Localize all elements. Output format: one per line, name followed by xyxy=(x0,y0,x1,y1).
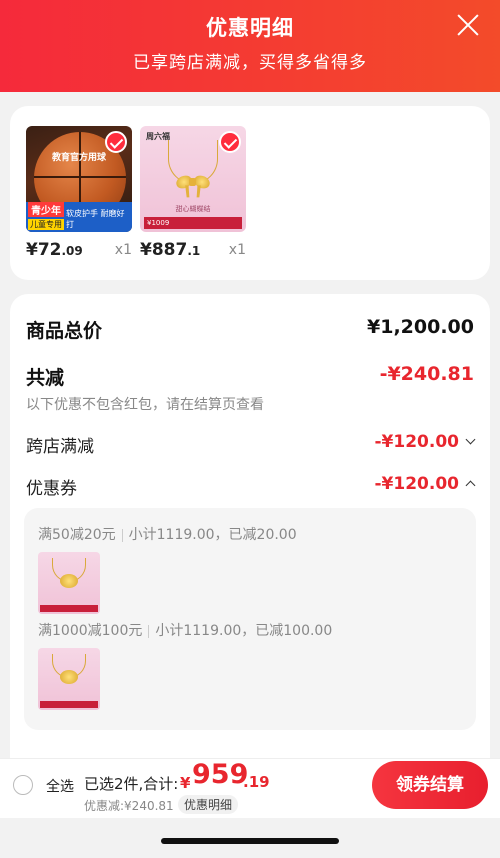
coupon-detail: 小计1119.00，已减100.00 xyxy=(155,623,333,639)
product-image-price-bar: ¥1009 xyxy=(144,217,242,229)
coupon-rule: 满50减20元 xyxy=(38,527,116,543)
cross-store-row[interactable]: 跨店满减 -¥120.00 xyxy=(26,432,476,457)
summary-card: 商品总价 ¥1,200.00 共减 -¥240.81 以下优惠不包含红包，请在结… xyxy=(10,294,490,764)
coupon-rule: 满1000减100元 xyxy=(38,623,143,639)
total-label: 商品总价 xyxy=(26,320,103,342)
discount-summary: 优惠减:¥240.81 xyxy=(84,799,174,813)
chevron-down-icon xyxy=(465,434,476,445)
product-qty: x1 xyxy=(114,242,132,258)
discount-detail-link[interactable]: 优惠明细 xyxy=(178,795,239,814)
coupon-label: 优惠券 xyxy=(26,479,77,499)
product-tag: 软皮护手 耐磨好打 xyxy=(66,209,125,229)
page-title: 优惠明细 xyxy=(206,16,294,40)
selected-count: 已选2件,合计: xyxy=(84,775,179,793)
total-currency: ¥ xyxy=(180,774,191,792)
coupon-rule-line: 满50减20元 小计1119.00，已减20.00 xyxy=(38,524,297,544)
product-item[interactable]: 周六福 甜心蝴蝶结 ¥1009 ¥887.1 x1 xyxy=(140,126,246,260)
cross-store-label: 跨店满减 xyxy=(26,437,94,457)
brand-logo: 周六福 xyxy=(146,132,170,141)
select-all-radio[interactable] xyxy=(13,775,33,795)
cross-store-value: -¥120.00 xyxy=(374,432,460,452)
home-indicator xyxy=(161,838,339,844)
product-image-caption: 甜心蝴蝶结 xyxy=(175,205,211,213)
product-tag: 儿童专用 xyxy=(28,219,64,230)
product-price: ¥72.09 xyxy=(26,240,83,260)
coupon-rule-line: 满1000减100元 小计1119.00，已减100.00 xyxy=(38,620,332,640)
product-item[interactable]: 教育官方用球 青少年 儿童专用 软皮护手 耐磨好打 ¥72.09 x1 xyxy=(26,126,132,260)
product-price: ¥887.1 xyxy=(140,240,201,260)
coupon-row[interactable]: 优惠券 -¥120.00 xyxy=(26,474,476,499)
product-tag: 青少年 xyxy=(28,202,64,217)
reduce-note: 以下优惠不包含红包，请在结算页查看 xyxy=(26,397,264,413)
close-icon[interactable] xyxy=(456,13,480,37)
total-amount-decimal: .19 xyxy=(243,773,270,791)
select-all-label[interactable]: 全选 xyxy=(46,776,74,796)
total-value: ¥1,200.00 xyxy=(367,316,474,338)
bottom-bar: 全选 已选2件,合计: ¥ 959 .19 优惠减:¥240.81 优惠明细 领… xyxy=(0,758,500,818)
product-image-basketball: 教育官方用球 青少年 儿童专用 软皮护手 耐磨好打 xyxy=(26,126,132,232)
checkmark-icon xyxy=(219,131,241,153)
reduce-value: -¥240.81 xyxy=(379,363,474,385)
chevron-up-icon xyxy=(465,480,476,491)
checkout-button[interactable]: 领券结算 xyxy=(372,761,488,809)
coupon-product-thumbnail xyxy=(38,552,100,614)
reduce-label: 共减 xyxy=(26,367,65,389)
products-card: 教育官方用球 青少年 儿童专用 软皮护手 耐磨好打 ¥72.09 x1 周六福 … xyxy=(10,106,490,280)
product-image-text: 教育官方用球 xyxy=(51,153,106,163)
product-qty: x1 xyxy=(228,242,246,258)
product-image-necklace: 周六福 甜心蝴蝶结 ¥1009 xyxy=(140,126,246,232)
page-subtitle: 已享跨店满减，买得多省得多 xyxy=(133,53,367,73)
coupon-detail-box: 满50减20元 小计1119.00，已减20.00 满1000减100元 小计111… xyxy=(24,508,476,730)
header: 优惠明细 已享跨店满减，买得多省得多 xyxy=(0,0,500,92)
coupon-product-thumbnail xyxy=(38,648,100,710)
total-amount: 959 xyxy=(192,759,249,790)
coupon-detail: 小计1119.00，已减20.00 xyxy=(128,527,297,543)
checkmark-icon xyxy=(105,131,127,153)
coupon-value: -¥120.00 xyxy=(374,474,460,494)
